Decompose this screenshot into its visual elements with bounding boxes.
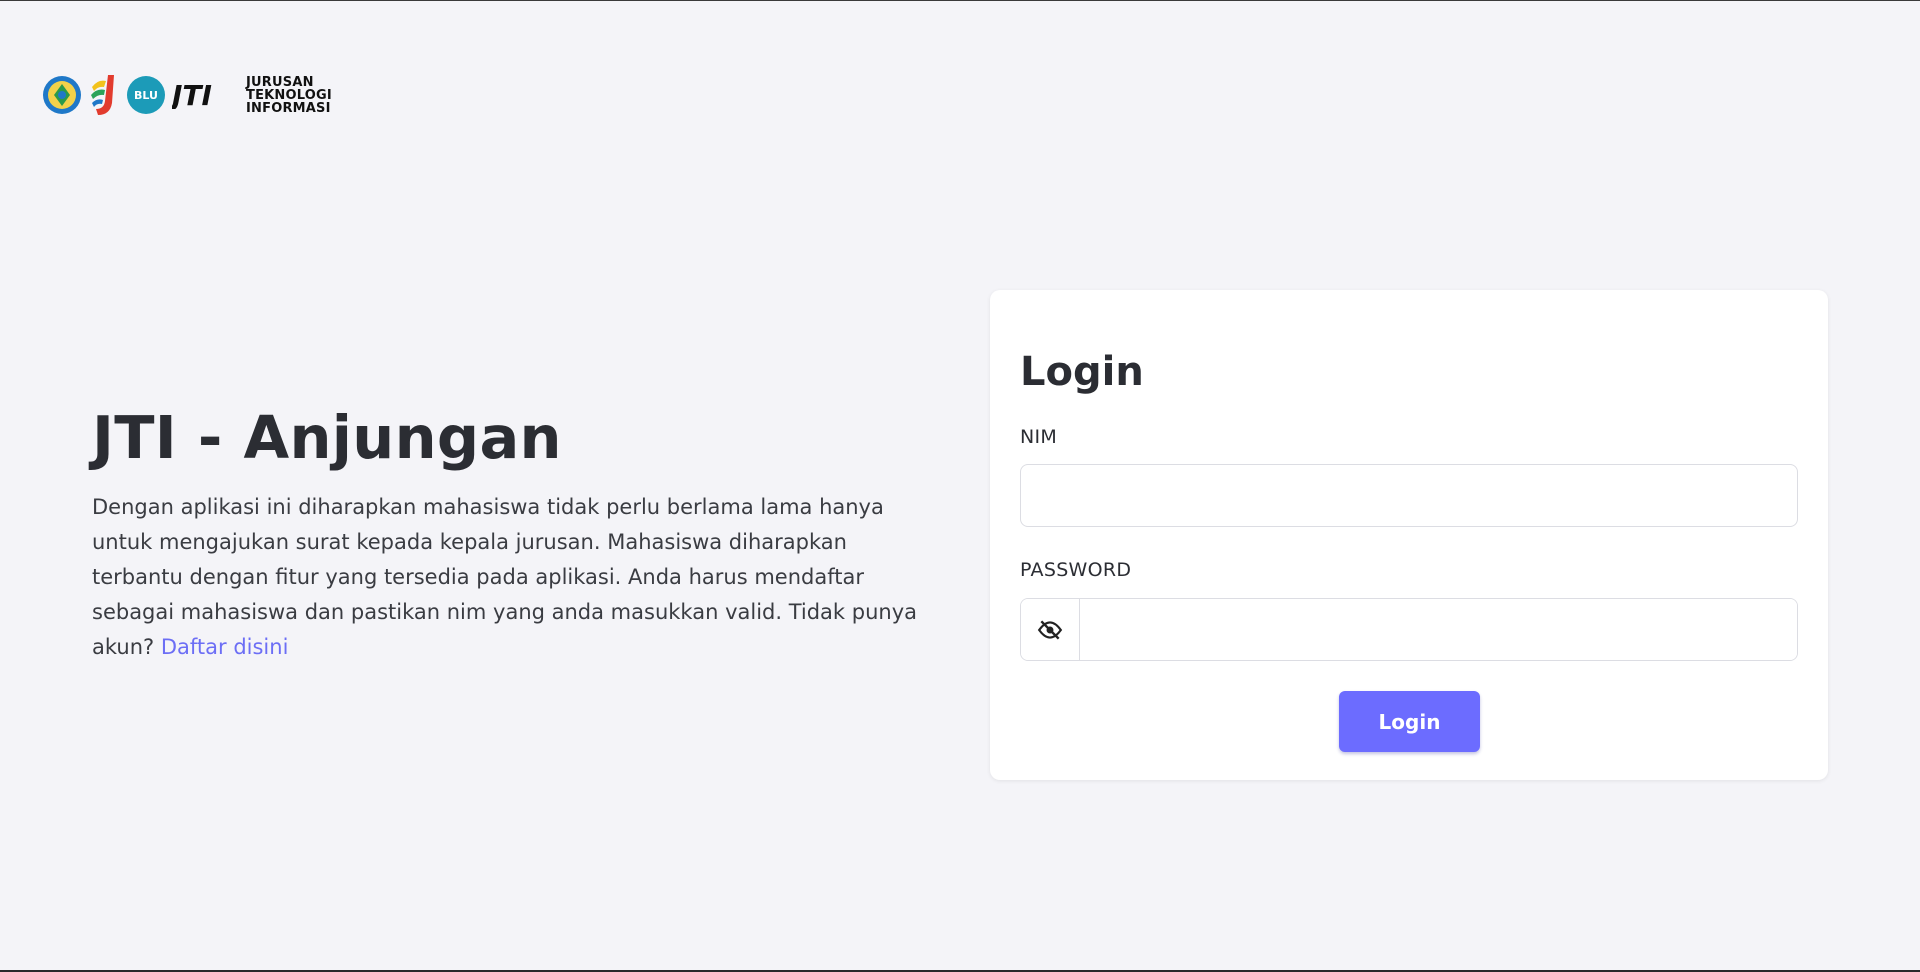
eye-slash-icon — [1037, 619, 1063, 640]
jti-logo: JTI — [172, 81, 212, 109]
login-title: Login — [1020, 349, 1144, 395]
window-top-border — [0, 0, 1920, 1]
blu-logo: BLU — [127, 76, 165, 114]
logo-wordmark: JURUSAN TEKNOLOGI INFORMASI — [246, 76, 332, 115]
logo-line-1: JURUSAN — [246, 74, 314, 90]
page-title: JTI - Anjungan — [92, 403, 562, 472]
register-link[interactable]: Daftar disini — [161, 635, 289, 659]
logo-line-2: TEKNOLOGI — [246, 87, 332, 103]
hero-description: Dengan aplikasi ini diharapkan mahasiswa… — [92, 490, 922, 665]
login-button[interactable]: Login — [1339, 691, 1480, 752]
password-input[interactable] — [1080, 599, 1797, 660]
university-seal-logo — [43, 76, 81, 114]
hero-section: JTI - Anjungan Dengan aplikasi ini dihar… — [92, 402, 922, 665]
password-visibility-toggle[interactable] — [1021, 599, 1080, 660]
blu-mark: BLU — [134, 89, 158, 102]
logo-strip: BLU JTI JURUSAN TEKNOLOGI INFORMASI — [42, 72, 332, 118]
nim-label: NIM — [1020, 426, 1058, 448]
logo-line-3: INFORMASI — [246, 100, 331, 116]
jti-mark: JTI — [172, 81, 212, 109]
nim-input[interactable] — [1020, 464, 1798, 527]
password-label: PASSWORD — [1020, 559, 1132, 581]
login-card: Login NIM PASSWORD Login — [990, 290, 1828, 780]
campus-j-logo — [91, 75, 114, 115]
password-field-group — [1020, 598, 1798, 661]
